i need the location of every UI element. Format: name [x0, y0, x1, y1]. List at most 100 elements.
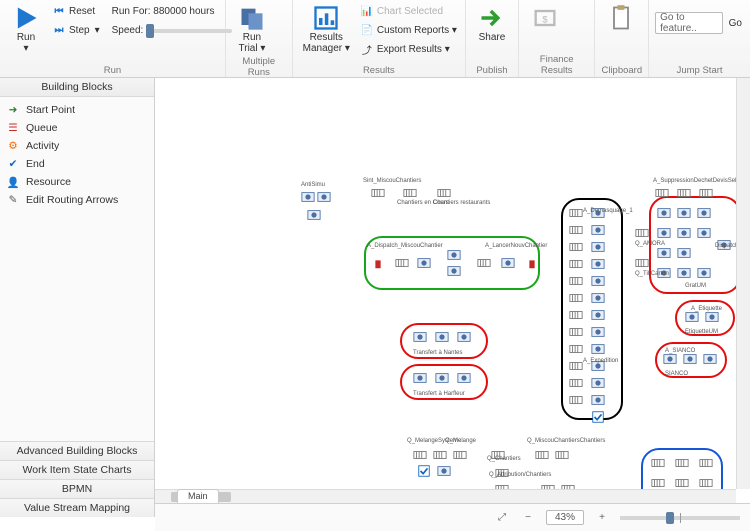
- palette-item-resource[interactable]: 👤Resource: [4, 173, 150, 191]
- model-node[interactable]: [417, 464, 431, 478]
- model-node[interactable]: [651, 456, 665, 470]
- zoom-slider[interactable]: [620, 516, 740, 520]
- model-node[interactable]: [525, 256, 539, 270]
- export-results-button[interactable]: ⤴ Export Results ▾: [358, 40, 459, 58]
- model-node[interactable]: [591, 325, 605, 339]
- model-node[interactable]: [371, 256, 385, 270]
- model-node[interactable]: [677, 266, 691, 280]
- model-node[interactable]: [395, 256, 409, 270]
- palette-tab-work-item-state-charts[interactable]: Work Item State Charts: [0, 460, 154, 479]
- model-node[interactable]: [569, 376, 583, 390]
- palette-item-queue[interactable]: ☰Queue: [4, 119, 150, 137]
- model-node[interactable]: [569, 257, 583, 271]
- model-node[interactable]: [413, 330, 427, 344]
- model-node[interactable]: [703, 352, 717, 366]
- model-node[interactable]: [705, 310, 719, 324]
- vertical-scrollbar[interactable]: [736, 78, 750, 489]
- model-node[interactable]: [569, 393, 583, 407]
- model-node[interactable]: [657, 206, 671, 220]
- model-node[interactable]: [569, 325, 583, 339]
- model-node[interactable]: [457, 371, 471, 385]
- model-node[interactable]: [591, 410, 605, 424]
- sheet-tab-main[interactable]: Main: [177, 489, 219, 503]
- run-button[interactable]: Run ▾: [6, 2, 46, 56]
- model-node[interactable]: [501, 256, 515, 270]
- model-node[interactable]: [697, 206, 711, 220]
- model-node[interactable]: [675, 476, 689, 490]
- zoom-in-button[interactable]: +: [594, 512, 610, 523]
- model-node[interactable]: [437, 186, 451, 200]
- step-button[interactable]: ⏭ Step ▾: [50, 21, 102, 39]
- model-node[interactable]: [457, 330, 471, 344]
- zoom-level[interactable]: 43%: [546, 510, 584, 525]
- model-node[interactable]: [635, 226, 649, 240]
- model-node[interactable]: [569, 308, 583, 322]
- model-node[interactable]: [591, 240, 605, 254]
- model-node[interactable]: [403, 186, 417, 200]
- model-node[interactable]: [697, 266, 711, 280]
- model-node[interactable]: [591, 257, 605, 271]
- model-node[interactable]: [453, 448, 467, 462]
- model-node[interactable]: [685, 310, 699, 324]
- zoom-fit-button[interactable]: ⤢: [494, 512, 510, 523]
- custom-reports-button[interactable]: 📄 Custom Reports ▾: [358, 21, 459, 39]
- model-node[interactable]: [555, 448, 569, 462]
- model-node[interactable]: [635, 256, 649, 270]
- model-node[interactable]: [699, 456, 713, 470]
- model-node[interactable]: [591, 223, 605, 237]
- model-node[interactable]: [657, 246, 671, 260]
- model-node[interactable]: [569, 359, 583, 373]
- model-node[interactable]: [591, 393, 605, 407]
- reset-button[interactable]: ⏮ Reset: [50, 2, 102, 20]
- model-node[interactable]: [569, 206, 583, 220]
- model-node[interactable]: [697, 226, 711, 240]
- model-node[interactable]: [569, 223, 583, 237]
- palette-item-edit-routing-arrows[interactable]: ✎Edit Routing Arrows: [4, 191, 150, 209]
- model-node[interactable]: [699, 476, 713, 490]
- model-node[interactable]: [307, 208, 321, 222]
- model-node[interactable]: [677, 206, 691, 220]
- palette-item-activity[interactable]: ⚙Activity: [4, 137, 150, 155]
- model-node[interactable]: [677, 246, 691, 260]
- palette-item-end[interactable]: ✔End: [4, 155, 150, 173]
- model-node[interactable]: [591, 342, 605, 356]
- palette-tab-advanced-building-blocks[interactable]: Advanced Building Blocks: [0, 441, 154, 460]
- model-node[interactable]: [569, 342, 583, 356]
- model-node[interactable]: [437, 464, 451, 478]
- model-node[interactable]: [677, 226, 691, 240]
- model-node[interactable]: [655, 186, 669, 200]
- model-node[interactable]: [675, 456, 689, 470]
- model-node[interactable]: [683, 352, 697, 366]
- model-node[interactable]: [591, 308, 605, 322]
- model-node[interactable]: [535, 448, 549, 462]
- run-trial-button[interactable]: Run Trial ▾: [232, 2, 272, 56]
- model-node[interactable]: [447, 248, 461, 262]
- model-node[interactable]: [447, 264, 461, 278]
- horizontal-scrollbar[interactable]: [155, 489, 736, 503]
- model-node[interactable]: [413, 448, 427, 462]
- model-node[interactable]: [569, 274, 583, 288]
- model-node[interactable]: [651, 476, 665, 490]
- clipboard-button[interactable]: [601, 2, 641, 45]
- model-node[interactable]: [677, 186, 691, 200]
- model-node[interactable]: [657, 226, 671, 240]
- model-node[interactable]: [435, 330, 449, 344]
- results-manager-button[interactable]: Results Manager ▾: [299, 2, 354, 56]
- model-node[interactable]: [591, 376, 605, 390]
- model-node[interactable]: [301, 190, 315, 204]
- model-node[interactable]: [569, 240, 583, 254]
- model-node[interactable]: [591, 291, 605, 305]
- model-node[interactable]: [569, 291, 583, 305]
- palette-tab-value-stream-mapping[interactable]: Value Stream Mapping: [0, 498, 154, 517]
- speed-control[interactable]: Speed:: [110, 21, 235, 39]
- model-canvas[interactable]: AntiSimuSint_MiscouChantiersChantiers en…: [155, 78, 750, 503]
- model-node[interactable]: [591, 274, 605, 288]
- palette-tab-bpmn[interactable]: BPMN: [0, 479, 154, 498]
- model-node[interactable]: [477, 256, 491, 270]
- model-node[interactable]: [699, 186, 713, 200]
- model-node[interactable]: [317, 190, 331, 204]
- model-node[interactable]: [433, 448, 447, 462]
- palette-item-start-point[interactable]: ➜Start Point: [4, 101, 150, 119]
- model-node[interactable]: [371, 186, 385, 200]
- model-node[interactable]: [663, 352, 677, 366]
